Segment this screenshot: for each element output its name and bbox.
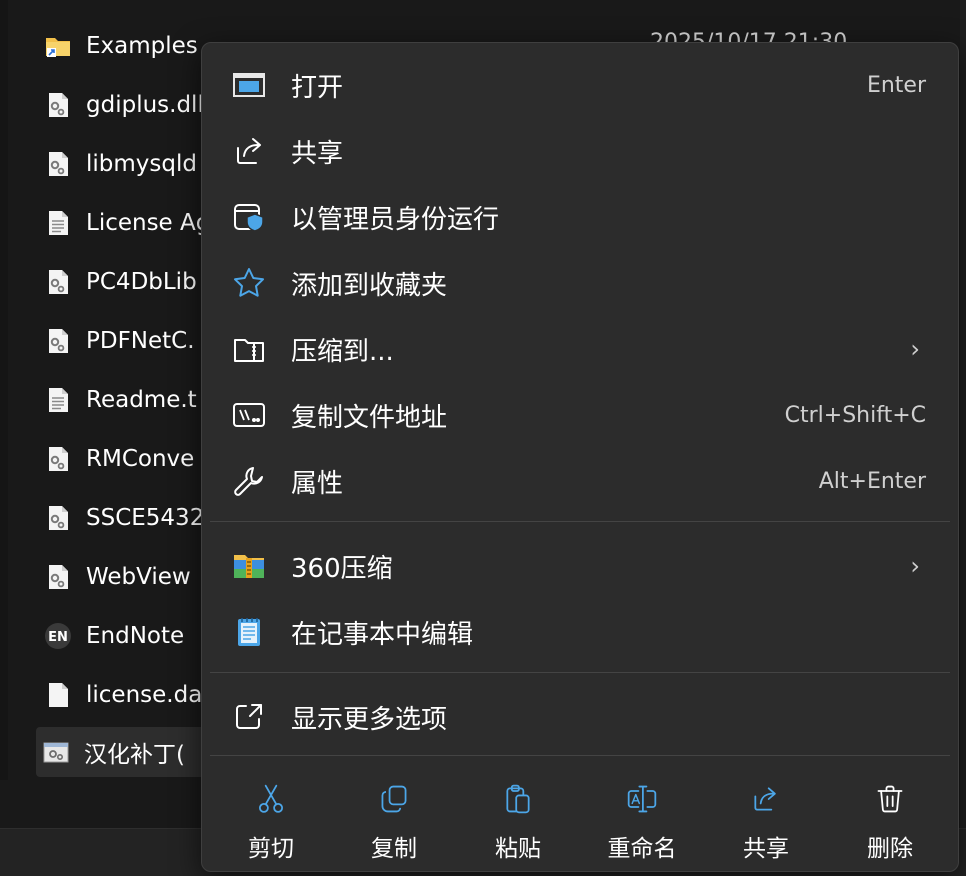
menu-item-label: 属性 xyxy=(291,468,344,499)
dll-file-icon xyxy=(49,565,68,589)
file-row[interactable]: PDFNetC. xyxy=(38,316,208,366)
file-name: Examples xyxy=(86,33,198,59)
file-name: gdiplus.dll xyxy=(86,92,204,118)
file-row[interactable]: Examples xyxy=(38,21,208,71)
copy-icon xyxy=(381,785,407,813)
text-file-icon xyxy=(49,388,68,412)
toolbar-label: 共享 xyxy=(743,836,789,862)
dll-file-icon xyxy=(49,93,68,117)
menu-item-label: 显示更多选项 xyxy=(291,704,448,735)
delete-button[interactable]: 删除 xyxy=(835,773,945,863)
360-zip-icon xyxy=(232,549,266,583)
file-name: License Ag xyxy=(86,210,208,236)
share-icon xyxy=(232,134,266,168)
file-name: EndNote xyxy=(86,623,185,649)
file-name: PDFNetC. xyxy=(86,328,195,354)
open-window-icon xyxy=(232,68,266,102)
file-name: license.da xyxy=(86,682,203,708)
menu-item-open[interactable]: 打开 Enter xyxy=(210,55,950,115)
file-name: PC4DbLib xyxy=(86,269,197,295)
rename-button[interactable]: 重命名 xyxy=(587,773,697,863)
menu-separator xyxy=(210,755,950,756)
text-file-icon xyxy=(49,211,68,235)
endnote-en-icon: EN xyxy=(45,623,71,649)
menu-item-share[interactable]: 共享 xyxy=(210,121,950,181)
file-row[interactable]: gdiplus.dll xyxy=(38,80,208,130)
file-name: SSCE5432 xyxy=(86,505,205,531)
nav-pane-edge xyxy=(0,0,8,780)
rename-icon xyxy=(627,785,657,813)
toolbar-label: 复制 xyxy=(371,836,417,862)
blank-file-icon xyxy=(49,683,68,707)
menu-separator xyxy=(210,521,950,522)
file-row-selected[interactable]: 汉化补丁( xyxy=(36,727,216,777)
menu-item-label: 在记事本中编辑 xyxy=(291,619,474,650)
menu-item-show-more-options[interactable]: 显示更多选项 xyxy=(210,687,950,747)
scrollbar-track[interactable] xyxy=(960,0,966,830)
patch-exe-icon xyxy=(43,742,69,763)
dll-file-icon xyxy=(49,152,68,176)
file-row[interactable]: EN EndNote xyxy=(38,611,208,661)
trash-icon xyxy=(877,785,903,813)
show-more-icon xyxy=(232,700,266,734)
file-name: Readme.t xyxy=(86,387,197,413)
menu-separator xyxy=(210,672,950,673)
menu-item-copy-path[interactable]: 复制文件地址 Ctrl+Shift+C xyxy=(210,385,950,445)
dll-file-icon xyxy=(49,506,68,530)
zip-folder-icon xyxy=(232,332,266,366)
star-icon xyxy=(232,266,266,300)
menu-item-360-zip[interactable]: 360压缩 › xyxy=(210,536,950,596)
context-menu: 打开 Enter 共享 以管理员身份运行 添加到收藏夹 压缩到... › 复制文… xyxy=(201,42,959,872)
file-row[interactable]: license.da xyxy=(38,670,208,720)
menu-item-label: 添加到收藏夹 xyxy=(291,270,448,301)
file-name: 汉化补丁( xyxy=(84,742,185,768)
file-name: RMConve xyxy=(86,446,195,472)
copy-path-icon xyxy=(232,398,266,432)
menu-item-label: 共享 xyxy=(291,138,344,169)
file-name: WebView xyxy=(86,564,191,590)
run-as-admin-shield-icon xyxy=(232,200,266,234)
menu-item-label: 复制文件地址 xyxy=(291,402,448,433)
menu-item-edit-in-notepad[interactable]: 在记事本中编辑 xyxy=(210,602,950,662)
file-row[interactable]: WebView xyxy=(38,552,208,602)
file-row[interactable]: PC4DbLib xyxy=(38,257,208,307)
file-row[interactable]: SSCE5432 xyxy=(38,493,208,543)
menu-item-run-as-admin[interactable]: 以管理员身份运行 xyxy=(210,187,950,247)
dll-file-icon xyxy=(49,270,68,294)
file-row[interactable]: License Ag xyxy=(38,198,208,248)
wrench-icon xyxy=(232,464,266,498)
menu-item-label: 以管理员身份运行 xyxy=(291,204,500,235)
shortcut-text: Alt+Enter xyxy=(818,468,926,494)
share-button[interactable]: 共享 xyxy=(711,773,821,863)
cut-button[interactable]: 剪切 xyxy=(216,773,326,863)
shortcut-text: Ctrl+Shift+C xyxy=(784,402,926,428)
copy-button[interactable]: 复制 xyxy=(339,773,449,863)
chevron-right-icon: › xyxy=(910,552,920,580)
folder-shortcut-icon xyxy=(46,38,70,57)
menu-item-properties[interactable]: 属性 Alt+Enter xyxy=(210,451,950,511)
cut-scissors-icon xyxy=(259,784,283,813)
menu-item-compress-to[interactable]: 压缩到... › xyxy=(210,319,950,379)
menu-item-label: 打开 xyxy=(291,72,344,103)
shortcut-text: Enter xyxy=(866,72,926,98)
toolbar-label: 删除 xyxy=(867,836,913,862)
paste-clipboard-icon xyxy=(506,784,530,814)
chevron-right-icon: › xyxy=(910,335,920,363)
dll-file-icon xyxy=(49,329,68,353)
paste-button[interactable]: 粘贴 xyxy=(463,773,573,863)
toolbar-label: 粘贴 xyxy=(495,836,541,862)
menu-item-label: 压缩到... xyxy=(291,336,394,367)
share-icon xyxy=(754,787,776,811)
toolbar-label: 剪切 xyxy=(248,836,294,862)
svg-text:EN: EN xyxy=(48,630,68,645)
file-row[interactable]: Readme.t xyxy=(38,375,208,425)
file-name: libmysqld xyxy=(86,151,197,177)
file-row[interactable]: libmysqld xyxy=(38,139,208,189)
menu-item-add-to-favorites[interactable]: 添加到收藏夹 xyxy=(210,253,950,313)
menu-item-label: 360压缩 xyxy=(291,553,393,584)
toolbar-label: 重命名 xyxy=(607,836,677,862)
notepad-icon xyxy=(232,615,266,649)
dll-file-icon xyxy=(49,447,68,471)
file-row[interactable]: RMConve xyxy=(38,434,208,484)
